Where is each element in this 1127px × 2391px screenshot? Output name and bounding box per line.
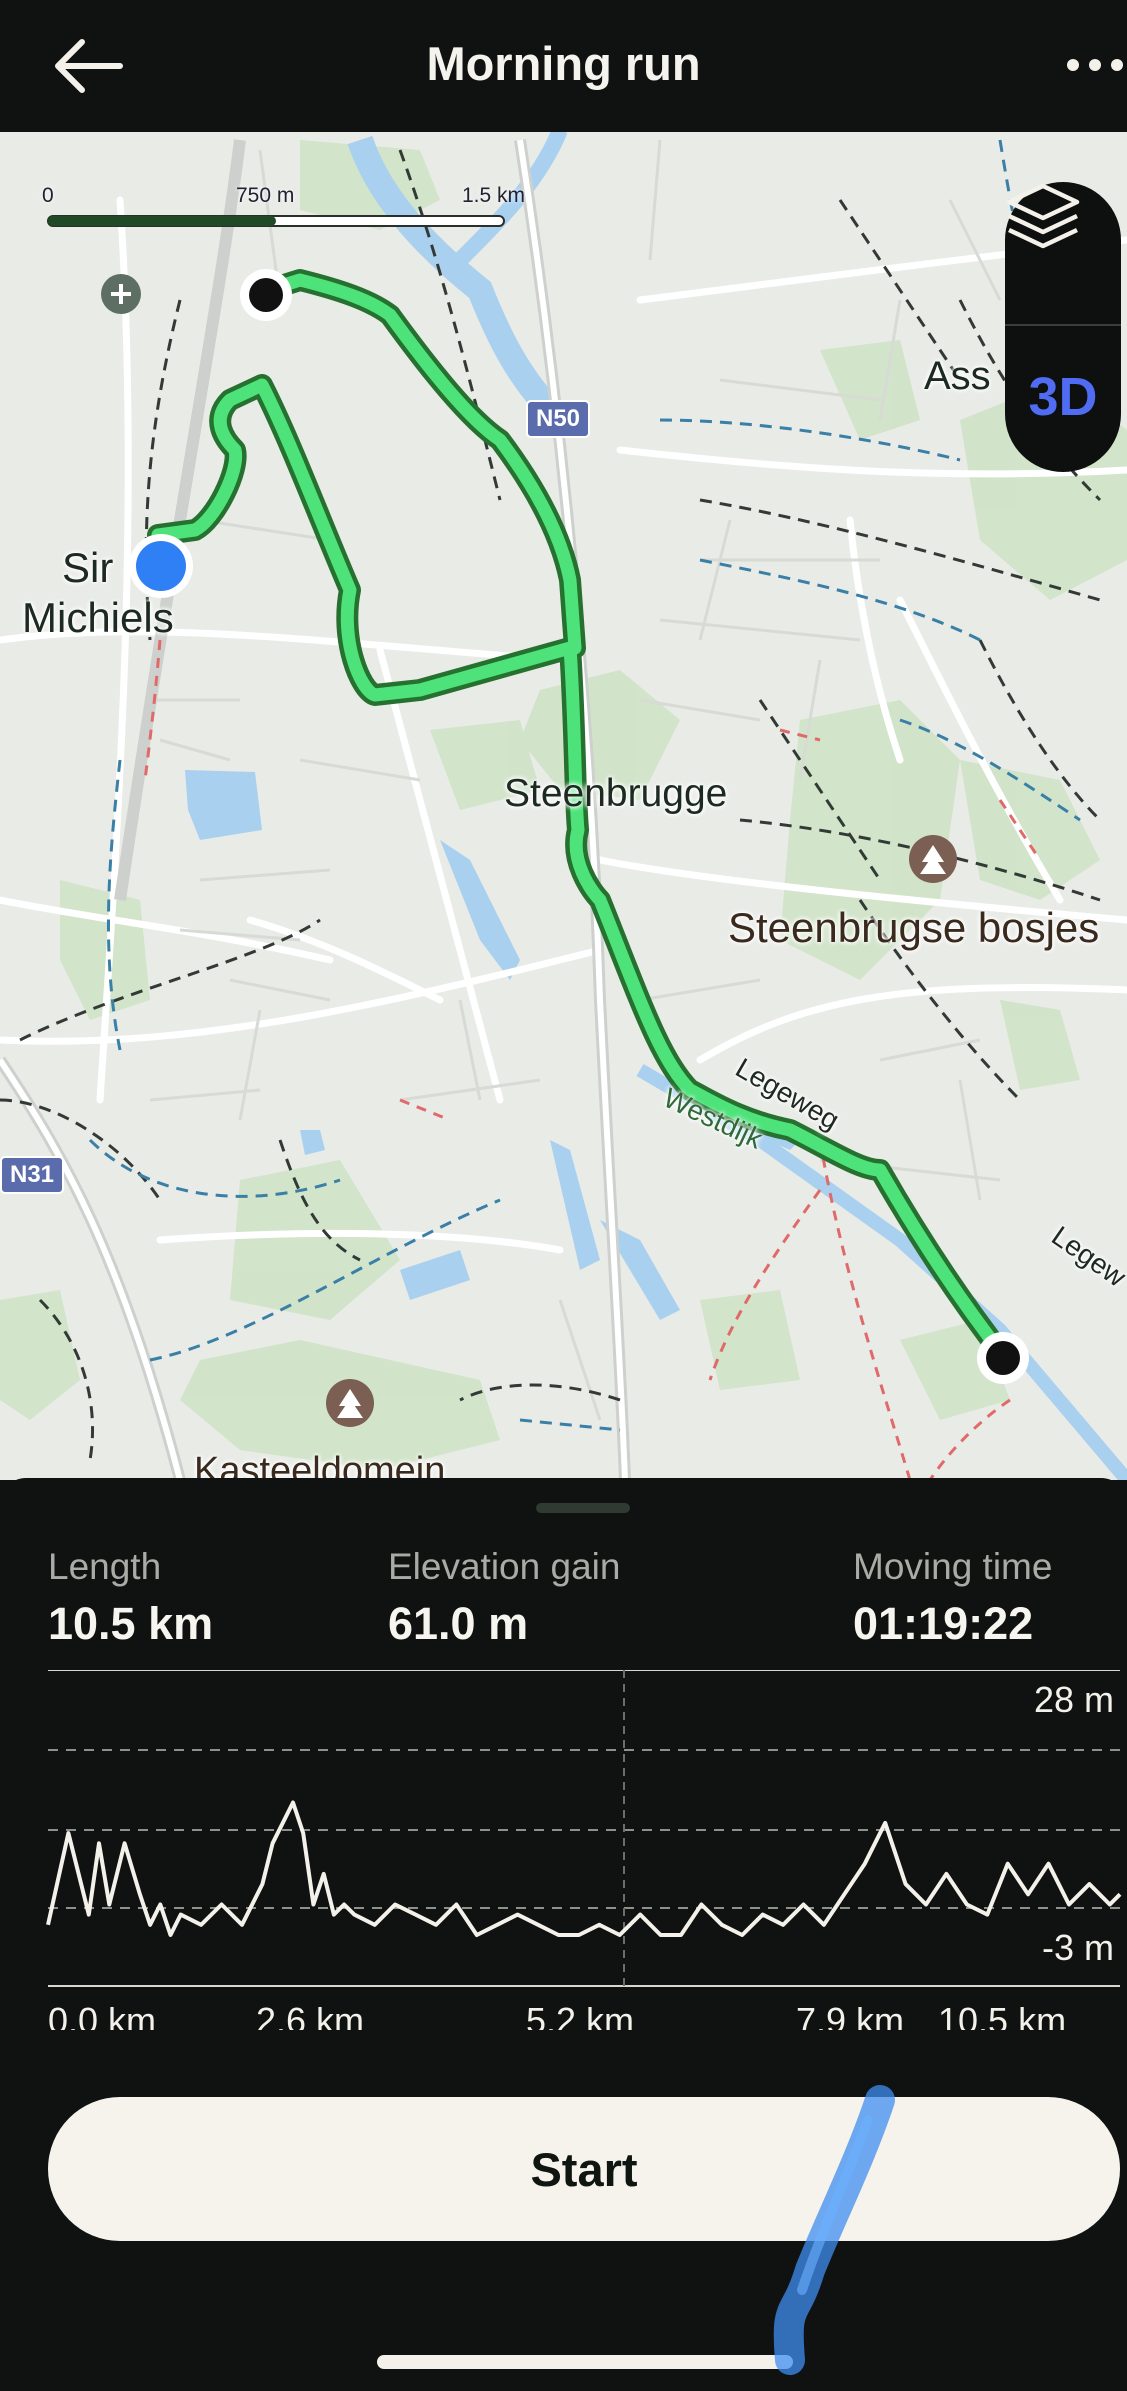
stat-elevation-value: 61.0 m <box>388 1598 529 1649</box>
place-label-ass: Ass <box>924 354 991 398</box>
more-horizontal-icon <box>1067 59 1079 71</box>
y-tick-label-top: 28 m <box>1034 1679 1114 1720</box>
map-controls: 3D <box>1005 182 1121 472</box>
top-bar: Morning run <box>0 0 1127 132</box>
elevation-chart[interactable]: 28 m -3 m 0.0 km 2.6 km 5.2 km 7.9 km 10… <box>0 1670 1127 2030</box>
stat-length-label: Length <box>48 1546 162 1587</box>
sheet-drag-handle[interactable] <box>536 1503 630 1513</box>
place-label-sint-michiels-line2: Michiels <box>22 594 174 641</box>
x-tick-label-0: 0.0 km <box>48 2000 156 2030</box>
x-tick-label-1: 2.6 km <box>256 2000 364 2030</box>
layers-icon <box>1006 183 1080 249</box>
road-badge-n50: N50 <box>526 400 591 438</box>
3d-toggle-button[interactable]: 3D <box>1005 326 1121 468</box>
route-map[interactable]: 0 750 m 1.5 km N50 N31 Sir Michiels Stee… <box>0 132 1127 1480</box>
more-dot <box>1111 59 1123 71</box>
scale-label-zero: 0 <box>42 184 54 207</box>
place-label-kasteeldomein: Kasteeldomein <box>194 1450 446 1480</box>
start-button[interactable]: Start <box>48 2097 1120 2241</box>
home-indicator <box>377 2355 793 2369</box>
place-label-sint-michiels-line1: Sir <box>62 544 114 591</box>
stat-length: Length 10.5 km <box>48 1546 213 1650</box>
stat-length-value: 10.5 km <box>48 1598 214 1649</box>
stat-moving-time-label: Moving time <box>853 1546 1053 1587</box>
road-badge-n31: N31 <box>0 1156 65 1194</box>
stat-moving-time: Moving time 01:19:22 <box>853 1546 1052 1650</box>
scale-label-max: 1.5 km <box>462 184 526 207</box>
stat-elevation-label: Elevation gain <box>388 1546 621 1587</box>
more-dot <box>1089 59 1101 71</box>
elevation-series <box>46 1800 1122 1937</box>
x-tick-label-2: 5.2 km <box>526 2000 634 2030</box>
place-label-steenbrugse-bosjes: Steenbrugse bosjes <box>728 904 1100 951</box>
stat-elevation: Elevation gain 61.0 m <box>388 1546 620 1650</box>
stat-moving-time-value: 01:19:22 <box>853 1598 1034 1649</box>
activity-summary-sheet: Length 10.5 km Elevation gain 61.0 m Mov… <box>0 1478 1127 2391</box>
x-tick-label-4: 10.5 km <box>938 2000 1066 2030</box>
elevation-line <box>46 1800 1122 1937</box>
place-label-steenbrugge: Steenbrugge <box>504 772 728 815</box>
scale-label-mid: 750 m <box>236 184 295 207</box>
more-options-button[interactable] <box>1055 40 1127 90</box>
page-title: Morning run <box>426 37 701 90</box>
x-tick-label-3: 7.9 km <box>796 2000 904 2030</box>
y-tick-label-bottom: -3 m <box>1042 1927 1114 1968</box>
map-layers-button[interactable] <box>1005 182 1121 324</box>
